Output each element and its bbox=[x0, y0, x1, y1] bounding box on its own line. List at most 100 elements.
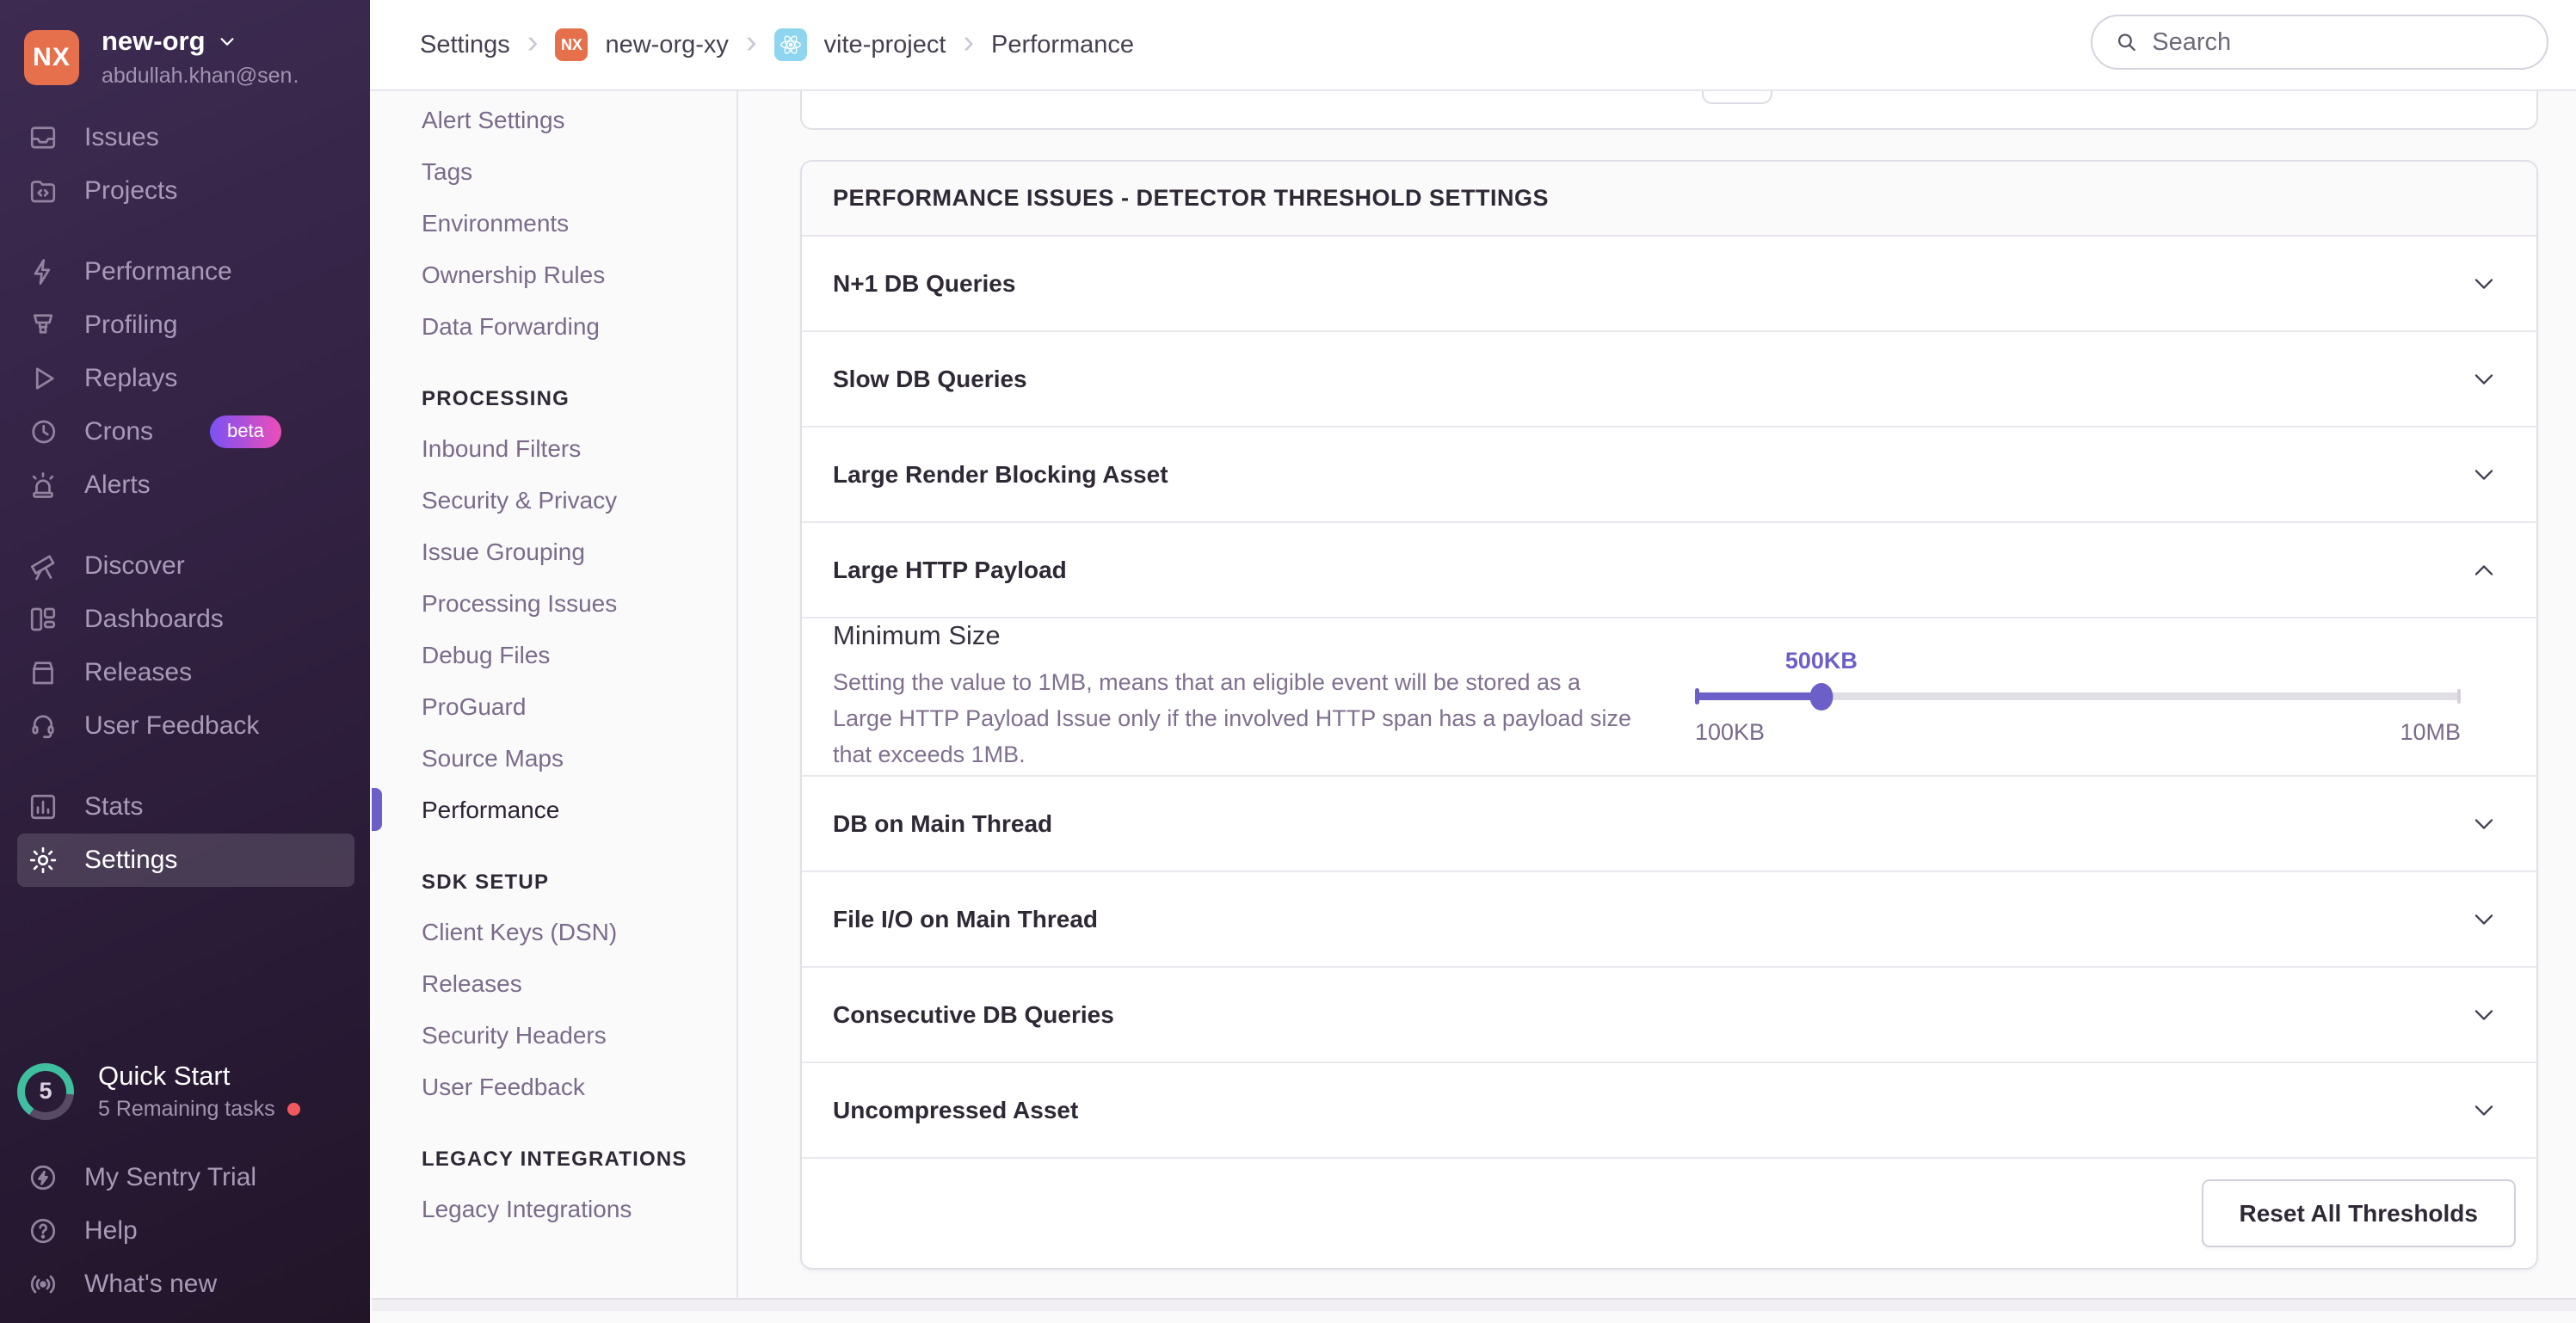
accordion-row-consecutive-db-queries[interactable]: Consecutive DB Queries bbox=[802, 968, 2536, 1063]
sidebar-item-label: Settings bbox=[84, 846, 177, 875]
chevron-down-icon[interactable] bbox=[2469, 905, 2499, 934]
sidebar-item-label: Issues bbox=[84, 123, 159, 152]
sidebar-item-label: Releases bbox=[84, 658, 192, 687]
settings-nav-client-keys[interactable]: Client Keys (DSN) bbox=[422, 907, 736, 958]
settings-nav-header-processing: PROCESSING bbox=[422, 375, 736, 423]
sidebar-item-whats-new[interactable]: What's new bbox=[0, 1258, 370, 1311]
search-box[interactable] bbox=[2091, 15, 2548, 70]
chevron-up-icon[interactable] bbox=[2469, 556, 2499, 585]
chevron-down-icon[interactable] bbox=[2469, 1000, 2499, 1030]
setting-description: Setting the value to 1MB, means that an … bbox=[833, 665, 1643, 773]
sidebar-item-label: Replays bbox=[84, 364, 177, 393]
slider-track[interactable] bbox=[1695, 692, 2461, 700]
breadcrumb-settings[interactable]: Settings bbox=[420, 31, 510, 59]
accordion-row-n1-db-queries[interactable]: N+1 DB Queries bbox=[802, 237, 2536, 332]
notification-dot bbox=[287, 1103, 300, 1116]
settings-nav-environments[interactable]: Environments bbox=[422, 198, 736, 249]
setting-label: Minimum Size bbox=[833, 620, 1643, 651]
settings-nav-ownership-rules[interactable]: Ownership Rules bbox=[422, 249, 736, 301]
reset-all-thresholds-button[interactable]: Reset All Thresholds bbox=[2202, 1179, 2516, 1247]
sidebar-item-discover[interactable]: Discover bbox=[0, 539, 370, 593]
settings-nav-debug-files[interactable]: Debug Files bbox=[422, 630, 736, 681]
chevron-down-icon[interactable] bbox=[2469, 809, 2499, 839]
slider-min-label: 100KB bbox=[1695, 719, 1765, 746]
settings-nav-data-forwarding[interactable]: Data Forwarding bbox=[422, 301, 736, 353]
accordion-row-uncompressed-asset[interactable]: Uncompressed Asset bbox=[802, 1063, 2536, 1159]
row-title: Large Render Blocking Asset bbox=[833, 461, 1168, 489]
sidebar-item-label: Help bbox=[84, 1216, 138, 1246]
detector-thresholds-panel: PERFORMANCE ISSUES - DETECTOR THRESHOLD … bbox=[800, 160, 2538, 1270]
primary-sidebar: NX new-org abdullah.khan@sen… Issues Pro… bbox=[0, 0, 370, 1323]
org-chip: NX bbox=[555, 28, 588, 61]
telescope-icon bbox=[28, 551, 59, 582]
accordion-row-large-http-payload[interactable]: Large HTTP Payload bbox=[802, 523, 2536, 618]
row-title: Slow DB Queries bbox=[833, 366, 1027, 393]
search-input[interactable] bbox=[2152, 28, 2524, 57]
sidebar-item-label: Stats bbox=[84, 792, 143, 821]
settings-nav-issue-grouping[interactable]: Issue Grouping bbox=[422, 526, 736, 578]
settings-nav-legacy-integrations[interactable]: Legacy Integrations bbox=[422, 1184, 736, 1235]
sidebar-item-performance[interactable]: Performance bbox=[0, 245, 370, 298]
chevron-down-icon[interactable] bbox=[2469, 1096, 2499, 1125]
settings-nav-security-privacy[interactable]: Security & Privacy bbox=[422, 475, 736, 526]
primary-nav: Issues Projects Performance Profiling Re… bbox=[0, 111, 370, 887]
sidebar-item-label: Performance bbox=[84, 257, 232, 286]
sidebar-item-crons[interactable]: Crons beta bbox=[0, 405, 370, 458]
sidebar-item-issues[interactable]: Issues bbox=[0, 111, 370, 164]
settings-nav-user-feedback[interactable]: User Feedback bbox=[422, 1061, 736, 1113]
slider-handle[interactable] bbox=[1809, 683, 1833, 711]
play-icon bbox=[28, 363, 59, 394]
chevron-down-icon[interactable] bbox=[2469, 460, 2499, 489]
accordion-row-slow-db-queries[interactable]: Slow DB Queries bbox=[802, 332, 2536, 428]
settings-nav-performance[interactable]: Performance bbox=[422, 785, 736, 836]
quick-start-widget[interactable]: 5 Quick Start 5 Remaining tasks bbox=[17, 1061, 300, 1122]
sidebar-item-projects[interactable]: Projects bbox=[0, 164, 370, 218]
broadcast-icon bbox=[28, 1269, 59, 1300]
accordion-row-file-io-on-main-thread[interactable]: File I/O on Main Thread bbox=[802, 872, 2536, 968]
accordion-row-db-on-main-thread[interactable]: DB on Main Thread bbox=[802, 777, 2536, 872]
sidebar-item-profiling[interactable]: Profiling bbox=[0, 298, 370, 352]
sidebar-item-label: Crons bbox=[84, 417, 153, 446]
accordion-row-large-render-blocking-asset[interactable]: Large Render Blocking Asset bbox=[802, 428, 2536, 523]
collapsed-button-edge[interactable] bbox=[1702, 89, 1772, 104]
profiling-icon bbox=[28, 310, 59, 341]
sidebar-item-alerts[interactable]: Alerts bbox=[0, 458, 370, 512]
settings-nav-proguard[interactable]: ProGuard bbox=[422, 681, 736, 733]
org-switcher[interactable]: NX new-org abdullah.khan@sen… bbox=[24, 26, 299, 89]
next-section-edge bbox=[372, 1298, 2576, 1311]
settings-nav-inbound-filters[interactable]: Inbound Filters bbox=[422, 423, 736, 475]
settings-nav-processing-issues[interactable]: Processing Issues bbox=[422, 578, 736, 630]
sidebar-item-releases[interactable]: Releases bbox=[0, 646, 370, 699]
settings-nav-tags[interactable]: Tags bbox=[422, 146, 736, 198]
settings-nav-source-maps[interactable]: Source Maps bbox=[422, 733, 736, 785]
breadcrumb-project[interactable]: vite-project bbox=[824, 31, 946, 59]
bar-chart-icon bbox=[28, 791, 59, 822]
sidebar-item-settings[interactable]: Settings bbox=[17, 834, 354, 887]
minimum-size-slider: 500KB 100KB 10MB bbox=[1695, 648, 2461, 746]
row-title: File I/O on Main Thread bbox=[833, 906, 1098, 933]
chevron-down-icon[interactable] bbox=[2469, 269, 2499, 298]
row-title: N+1 DB Queries bbox=[833, 270, 1015, 298]
slider-left-cap bbox=[1695, 688, 1699, 705]
settings-nav-releases[interactable]: Releases bbox=[422, 958, 736, 1010]
chevron-down-icon[interactable] bbox=[2469, 365, 2499, 394]
sidebar-item-help[interactable]: Help bbox=[0, 1204, 370, 1258]
settings-nav-alert-settings[interactable]: Alert Settings bbox=[422, 95, 736, 146]
content-area: Alert Settings Tags Environments Ownersh… bbox=[372, 91, 2576, 1311]
sidebar-item-stats[interactable]: Stats bbox=[0, 780, 370, 834]
settings-nav-header-sdk-setup: SDK SETUP bbox=[422, 858, 736, 907]
settings-nav-security-headers[interactable]: Security Headers bbox=[422, 1010, 736, 1061]
sidebar-item-my-sentry-trial[interactable]: My Sentry Trial bbox=[0, 1151, 370, 1204]
sidebar-item-label: My Sentry Trial bbox=[84, 1163, 256, 1192]
previous-panel-edge bbox=[800, 91, 2538, 130]
panel-footer: Reset All Thresholds bbox=[802, 1159, 2536, 1268]
breadcrumb-org[interactable]: new-org-xy bbox=[605, 31, 728, 59]
sidebar-item-replays[interactable]: Replays bbox=[0, 352, 370, 405]
large-http-payload-detail: Minimum Size Setting the value to 1MB, m… bbox=[802, 618, 2536, 777]
archive-icon bbox=[28, 657, 59, 688]
sidebar-item-user-feedback[interactable]: User Feedback bbox=[0, 699, 370, 753]
panel-title: PERFORMANCE ISSUES - DETECTOR THRESHOLD … bbox=[802, 162, 2536, 237]
progress-ring: 5 bbox=[17, 1063, 74, 1120]
sidebar-item-dashboards[interactable]: Dashboards bbox=[0, 593, 370, 646]
settings-nav-header-legacy: LEGACY INTEGRATIONS bbox=[422, 1135, 736, 1184]
